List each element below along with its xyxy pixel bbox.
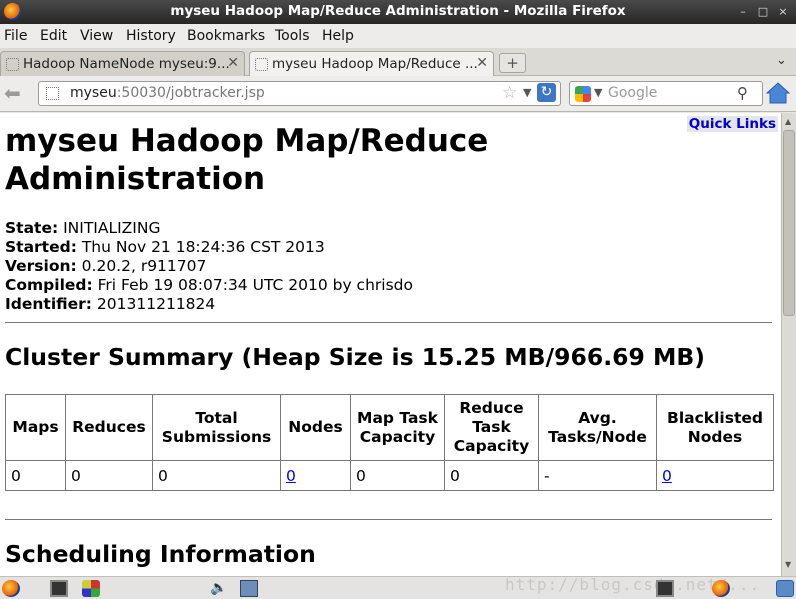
menu-bookmarks[interactable]: Bookmarks (187, 28, 265, 44)
volume-icon[interactable]: 🔈 (210, 580, 228, 597)
info-label: Version: (5, 257, 77, 275)
divider (5, 322, 772, 323)
navigation-toolbar: ⬅ myseu:50030/jobtracker.jsp ☆ ▼ ↻ ▼ Goo… (0, 76, 796, 112)
table-header-row: Maps Reduces Total Submissions Nodes Map… (5, 394, 774, 461)
terminal-launcher-icon[interactable] (50, 580, 68, 597)
info-value: 0.20.2, r911707 (81, 257, 207, 275)
table-row: 0 0 0 0 0 0 - 0 (5, 460, 774, 491)
tab-close-icon[interactable]: ✕ (476, 55, 488, 71)
cell-reduce-task-capacity: 0 (444, 460, 539, 491)
nodes-link[interactable]: 0 (286, 467, 296, 485)
menu-tools[interactable]: Tools (275, 28, 310, 44)
menu-file[interactable]: File (4, 28, 27, 44)
tab-bar: Hadoop NameNode myseu:9... ✕ myseu Hadoo… (0, 48, 796, 76)
scrollbar-thumb[interactable] (783, 130, 795, 316)
info-value: INITIALIZING (63, 219, 161, 237)
cell-reduces: 0 (65, 460, 153, 491)
jobtracker-info: State: INITIALIZING Started: Thu Nov 21 … (5, 219, 413, 314)
col-map-task-capacity: Map Task Capacity (350, 394, 445, 461)
url-dropdown-icon[interactable]: ▼ (523, 86, 531, 99)
tab-close-icon[interactable]: ✕ (227, 55, 239, 71)
cell-avg-tasks-node: - (538, 460, 657, 491)
scroll-down-icon[interactable]: ▼ (785, 560, 791, 569)
quick-links-menu[interactable]: Quick Links (686, 116, 778, 132)
info-label: Identifier: (5, 295, 92, 313)
info-started: Started: Thu Nov 21 18:24:36 CST 2013 (5, 238, 413, 257)
menu-history[interactable]: History (126, 28, 176, 44)
cluster-summary-table: Maps Reduces Total Submissions Nodes Map… (5, 394, 774, 491)
vertical-scrollbar[interactable]: ▲ ▼ (781, 113, 796, 576)
col-blacklisted-nodes: Blacklisted Nodes (656, 394, 774, 461)
url-text[interactable]: myseu:50030/jobtracker.jsp (70, 85, 265, 101)
home-icon[interactable] (766, 82, 790, 104)
tab-jobtracker[interactable]: myseu Hadoop Map/Reduce ... ✕ (249, 51, 494, 76)
col-total-submissions: Total Submissions (152, 394, 281, 461)
bookmark-star-icon[interactable]: ☆ (502, 83, 517, 103)
search-box[interactable]: ▼ Google ⚲ (569, 81, 763, 106)
info-label: Compiled: (5, 276, 93, 294)
minimize-icon[interactable]: – (736, 5, 750, 19)
tab-list-chevron-icon[interactable]: ⌄ (776, 53, 787, 68)
tab-label: Hadoop NameNode myseu:9... (23, 56, 230, 72)
menu-view[interactable]: View (80, 28, 113, 44)
col-reduces: Reduces (65, 394, 153, 461)
firefox-launcher-icon[interactable] (2, 580, 20, 597)
info-compiled: Compiled: Fri Feb 19 08:07:34 UTC 2010 b… (5, 276, 413, 295)
new-tab-button[interactable]: + (499, 53, 526, 73)
window-title: myseu Hadoop Map/Reduce Administration -… (170, 3, 626, 19)
title-bar: myseu Hadoop Map/Reduce Administration -… (0, 0, 796, 24)
scroll-up-icon[interactable]: ▲ (785, 117, 791, 126)
firefox-window-icon[interactable] (712, 580, 730, 597)
info-identifier: Identifier: 201311211824 (5, 295, 413, 314)
info-version: Version: 0.20.2, r911707 (5, 257, 413, 276)
cell-maps: 0 (5, 460, 66, 491)
search-placeholder: Google (608, 85, 658, 101)
info-label: Started: (5, 238, 77, 256)
network-icon[interactable] (240, 580, 258, 597)
search-engine-dropdown-icon[interactable]: ▼ (594, 86, 602, 99)
url-path: :50030/jobtracker.jsp (116, 85, 265, 101)
taskbar: 🔈 http://blog.csdn.net/... (0, 575, 796, 599)
site-identity-icon[interactable] (46, 87, 59, 100)
back-button[interactable]: ⬅ (4, 83, 28, 105)
menu-help[interactable]: Help (322, 28, 354, 44)
cluster-summary-heading: Cluster Summary (Heap Size is 15.25 MB/9… (5, 343, 706, 371)
url-host: myseu (70, 85, 117, 101)
info-value: Fri Feb 19 08:07:34 UTC 2010 by chrisdo (97, 276, 413, 294)
page-icon (6, 58, 19, 71)
page-title: myseu Hadoop Map/Reduce Administration (5, 123, 489, 197)
blacklisted-nodes-link[interactable]: 0 (662, 467, 672, 485)
menu-bar: File Edit View History Bookmarks Tools H… (0, 24, 796, 48)
info-state: State: INITIALIZING (5, 219, 413, 238)
cell-nodes: 0 (280, 460, 351, 491)
page-icon (255, 58, 268, 71)
maximize-icon[interactable]: □ (756, 5, 770, 19)
search-binoculars-icon[interactable]: ⚲ (737, 84, 748, 102)
tab-label: myseu Hadoop Map/Reduce ... (272, 56, 478, 72)
workspace-switcher-icon[interactable] (776, 580, 794, 597)
col-maps: Maps (5, 394, 66, 461)
scheduling-information-heading: Scheduling Information (5, 540, 316, 568)
firefox-window: myseu Hadoop Map/Reduce Administration -… (0, 0, 796, 599)
menu-edit[interactable]: Edit (40, 28, 67, 44)
search-engine-icon[interactable] (575, 86, 591, 102)
info-value: Thu Nov 21 18:24:36 CST 2013 (81, 238, 325, 256)
divider (5, 519, 772, 520)
info-value: 201311211824 (96, 295, 216, 313)
tab-namenode[interactable]: Hadoop NameNode myseu:9... ✕ (0, 51, 245, 76)
col-reduce-task-capacity: Reduce Task Capacity (444, 394, 539, 461)
cell-total-submissions: 0 (152, 460, 281, 491)
close-icon[interactable]: × (776, 5, 790, 19)
info-label: State: (5, 219, 59, 237)
col-avg-tasks-node: Avg. Tasks/Node (538, 394, 657, 461)
page-content: Quick Links myseu Hadoop Map/Reduce Admi… (0, 113, 781, 576)
cell-map-task-capacity: 0 (350, 460, 445, 491)
settings-launcher-icon[interactable] (82, 580, 100, 597)
url-bar[interactable]: myseu:50030/jobtracker.jsp ☆ ▼ ↻ (38, 81, 561, 106)
reload-button[interactable]: ↻ (537, 83, 556, 102)
cell-blacklisted-nodes: 0 (656, 460, 774, 491)
col-nodes: Nodes (280, 394, 351, 461)
terminal-window-icon[interactable] (656, 580, 674, 597)
